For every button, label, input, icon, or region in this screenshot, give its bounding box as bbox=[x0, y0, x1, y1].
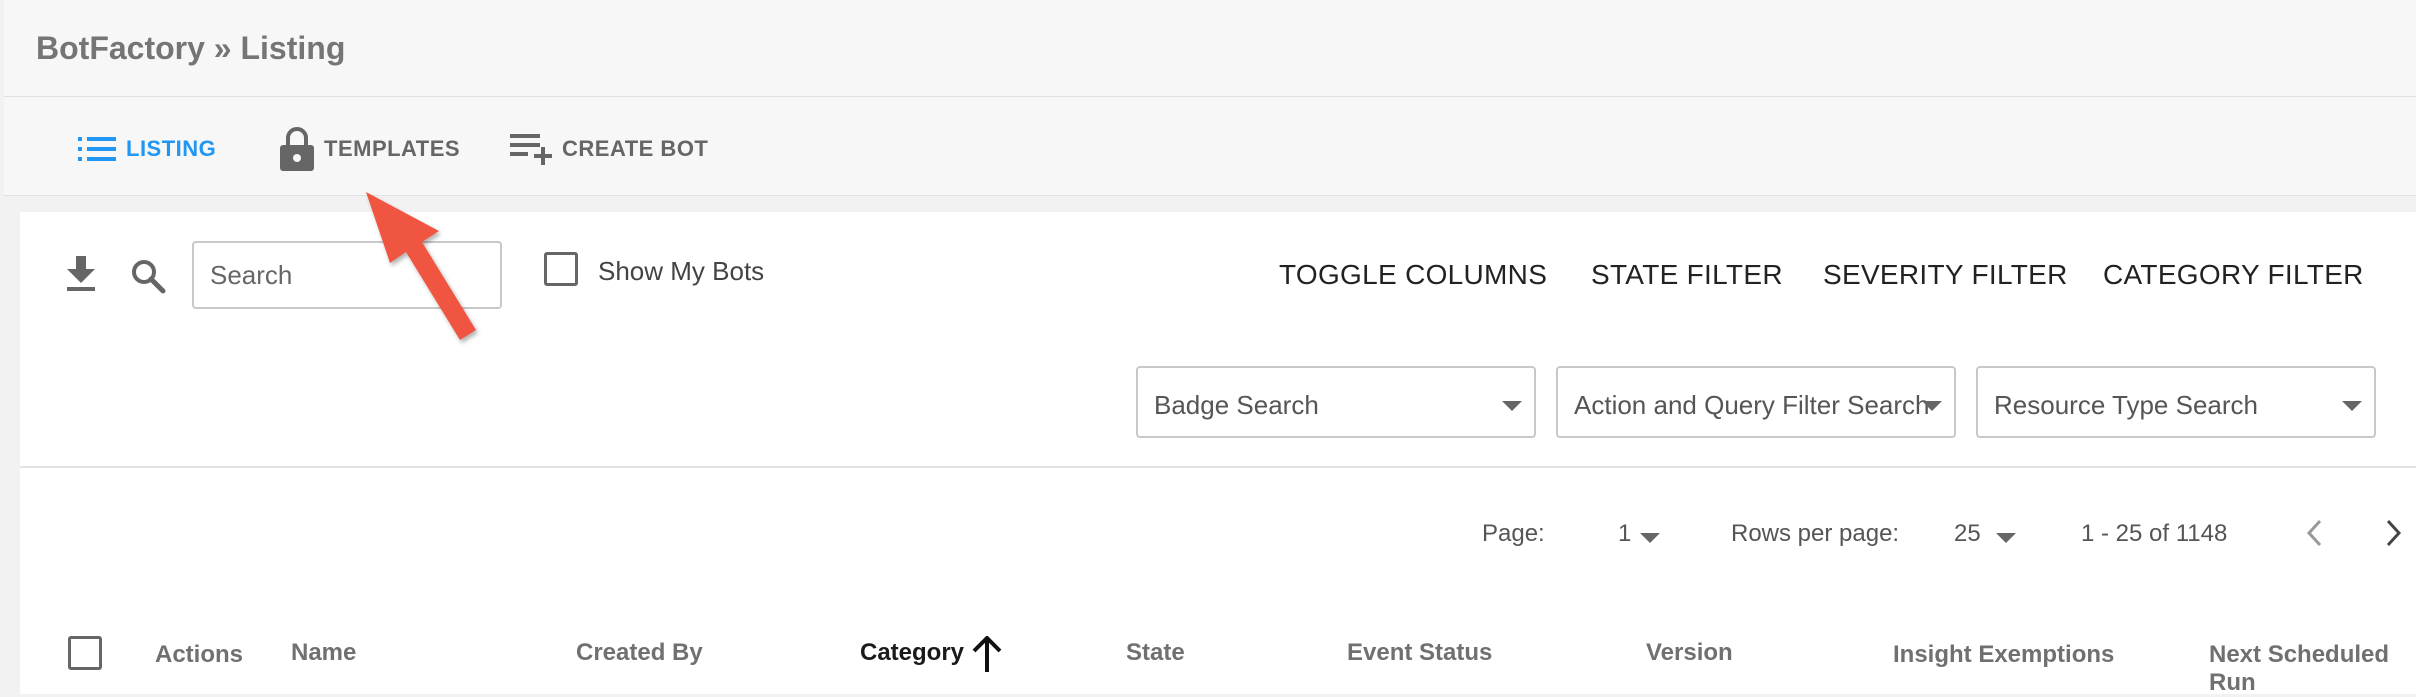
column-header-next-scheduled-run[interactable]: Next Scheduled Run bbox=[2209, 641, 2416, 697]
column-header-event-status[interactable]: Event Status bbox=[1347, 639, 1492, 667]
arrow-up-icon[interactable] bbox=[970, 635, 1004, 677]
search-icon[interactable] bbox=[128, 256, 168, 296]
tab-label: TEMPLATES bbox=[324, 136, 461, 161]
action-query-filter-select[interactable]: Action and Query Filter Search bbox=[1556, 366, 1956, 438]
column-header-name[interactable]: Name bbox=[291, 639, 356, 667]
page-range: 1 - 25 of 1148 bbox=[2081, 520, 2228, 547]
category-filter-button[interactable]: CATEGORY FILTER bbox=[2103, 259, 2364, 291]
download-icon[interactable] bbox=[64, 254, 98, 294]
column-header-actions: Actions bbox=[155, 641, 244, 668]
rows-per-page-label: Rows per page: bbox=[1731, 520, 1900, 547]
column-header-category[interactable]: Category bbox=[860, 639, 964, 667]
select-text: Action and Query Filter Search bbox=[1574, 390, 1930, 420]
rows-per-page-select[interactable]: 25 bbox=[1954, 520, 1981, 548]
severity-filter-button[interactable]: SEVERITY FILTER bbox=[1823, 259, 2068, 291]
chevron-right-icon[interactable] bbox=[2384, 518, 2404, 553]
caret-down-icon[interactable] bbox=[1996, 530, 2016, 548]
show-my-bots-label: Show My Bots bbox=[598, 256, 765, 286]
column-header-created-by[interactable]: Created By bbox=[576, 639, 703, 667]
tab-label: LISTING bbox=[126, 136, 217, 161]
toggle-columns-button[interactable]: TOGGLE COLUMNS bbox=[1279, 259, 1547, 291]
column-header-insight-exemptions[interactable]: Insight Exemptions bbox=[1893, 641, 2114, 669]
show-my-bots-checkbox[interactable] bbox=[544, 252, 578, 286]
caret-down-icon bbox=[2342, 398, 2362, 416]
select-text: Resource Type Search bbox=[1994, 390, 2258, 420]
tab-templates[interactable]: TEMPLATES bbox=[280, 127, 461, 171]
chevron-left-icon[interactable] bbox=[2304, 518, 2324, 553]
tab-label: CREATE BOT bbox=[562, 136, 709, 161]
divider bbox=[20, 466, 2416, 468]
state-filter-button[interactable]: STATE FILTER bbox=[1591, 259, 1783, 291]
badge-search-select[interactable]: Badge Search bbox=[1136, 366, 1536, 438]
annotation-arrow bbox=[350, 180, 500, 365]
select-text: Badge Search bbox=[1154, 390, 1319, 420]
page-header: BotFactory » Listing bbox=[4, 0, 2416, 97]
page-select[interactable]: 1 bbox=[1618, 520, 1631, 548]
lock-icon bbox=[280, 127, 314, 171]
page-label: Page: bbox=[1482, 520, 1545, 547]
page-title: BotFactory » Listing bbox=[36, 30, 346, 66]
tab-listing[interactable]: LISTING bbox=[78, 131, 216, 167]
tab-create-bot[interactable]: CREATE BOT bbox=[510, 131, 708, 167]
column-header-state[interactable]: State bbox=[1126, 639, 1185, 667]
caret-down-icon bbox=[1922, 398, 1942, 416]
list-icon bbox=[78, 136, 116, 162]
caret-down-icon bbox=[1502, 398, 1522, 416]
resource-type-select[interactable]: Resource Type Search bbox=[1976, 366, 2376, 438]
caret-down-icon[interactable] bbox=[1640, 530, 1660, 548]
column-header-version[interactable]: Version bbox=[1646, 639, 1733, 667]
playlist-add-icon bbox=[510, 132, 552, 166]
select-all-checkbox[interactable] bbox=[68, 636, 102, 670]
